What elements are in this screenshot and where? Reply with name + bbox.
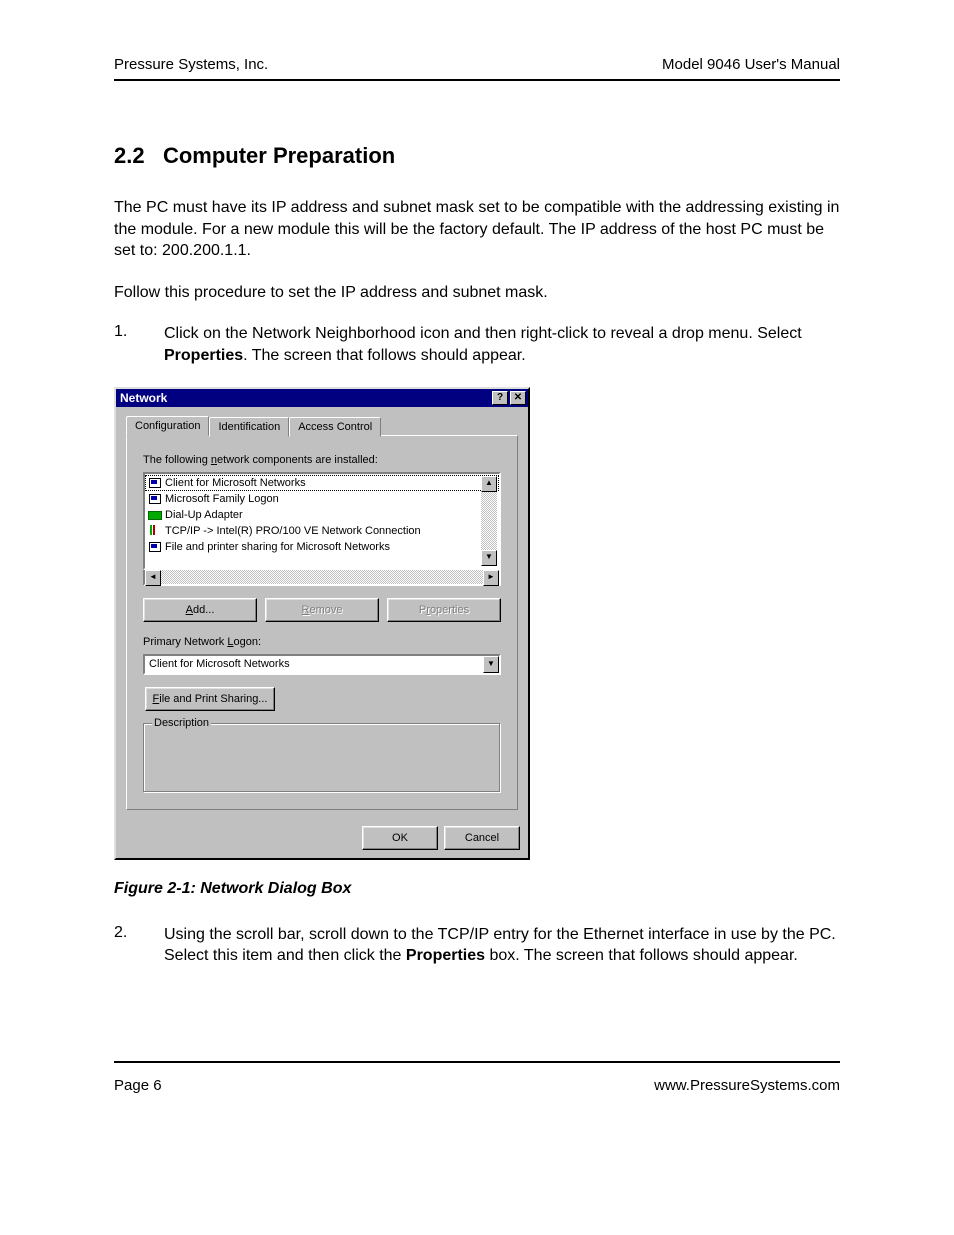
page-footer: Page 6 www.PressureSystems.com (114, 1061, 840, 1094)
list-item[interactable]: Client for Microsoft Networks (145, 475, 499, 491)
scroll-right-button[interactable]: ► (483, 570, 499, 586)
dialog-titlebar[interactable]: Network ? ✕ (116, 389, 528, 407)
tab-configuration[interactable]: Configuration (126, 416, 209, 436)
list-item-label: Microsoft Family Logon (165, 493, 279, 505)
step-body: Click on the Network Neighborhood icon a… (164, 323, 840, 366)
combo-value: Client for Microsoft Networks (145, 658, 483, 670)
scroll-track[interactable] (481, 492, 497, 550)
paragraph-1: The PC must have its IP address and subn… (114, 197, 840, 262)
list-item[interactable]: TCP/IP -> Intel(R) PRO/100 VE Network Co… (145, 523, 499, 539)
list-item-label: Dial-Up Adapter (165, 509, 243, 521)
footer-url: www.PressureSystems.com (654, 1077, 840, 1094)
page-number: Page 6 (114, 1077, 162, 1094)
primary-logon-label: Primary Network Logon: (143, 636, 501, 648)
properties-button[interactable]: Properties (387, 598, 501, 622)
close-button[interactable]: ✕ (510, 391, 526, 405)
step-number: 2. (114, 924, 164, 967)
header-company: Pressure Systems, Inc. (114, 56, 268, 73)
description-groupbox: Description (143, 723, 501, 793)
tab-strip: Configuration Identification Access Cont… (126, 415, 518, 435)
service-icon (147, 540, 163, 554)
dialog-footer: OK Cancel (116, 820, 528, 858)
section-number: 2.2 (114, 143, 145, 168)
adapter-icon (147, 508, 163, 522)
list-item[interactable]: Microsoft Family Logon (145, 491, 499, 507)
remove-button[interactable]: Remove (265, 598, 379, 622)
page-header: Pressure Systems, Inc. Model 9046 User's… (114, 56, 840, 81)
scroll-track[interactable] (161, 570, 483, 584)
section-heading: 2.2 Computer Preparation (114, 143, 840, 169)
list-item[interactable]: File and printer sharing for Microsoft N… (145, 539, 499, 555)
dialog-title: Network (120, 391, 490, 405)
scroll-left-button[interactable]: ◄ (145, 570, 161, 586)
components-listbox-wrap: Client for Microsoft Networks Microsoft … (143, 472, 501, 586)
section-title: Computer Preparation (163, 143, 395, 168)
list-items: Client for Microsoft Networks Microsoft … (145, 474, 499, 556)
list-item[interactable]: Dial-Up Adapter (145, 507, 499, 523)
components-label: The following network components are ins… (143, 454, 501, 466)
description-label: Description (152, 717, 211, 729)
primary-logon-combo[interactable]: Client for Microsoft Networks ▼ (143, 654, 501, 675)
paragraph-2: Follow this procedure to set the IP addr… (114, 282, 840, 304)
scroll-down-button[interactable]: ▼ (481, 550, 497, 566)
tab-access-control[interactable]: Access Control (289, 417, 381, 437)
tab-identification[interactable]: Identification (209, 417, 289, 437)
help-button[interactable]: ? (492, 391, 508, 405)
cancel-button[interactable]: Cancel (444, 826, 520, 850)
component-buttons: Add... Remove Properties (143, 598, 501, 622)
step-number: 1. (114, 323, 164, 366)
ok-button[interactable]: OK (362, 826, 438, 850)
header-manual: Model 9046 User's Manual (662, 56, 840, 73)
client-icon (147, 492, 163, 506)
horizontal-scrollbar[interactable]: ◄ ► (143, 570, 501, 586)
document-page: Pressure Systems, Inc. Model 9046 User's… (0, 0, 954, 1144)
file-print-sharing-button[interactable]: File and Print Sharing... (145, 687, 275, 711)
dialog-body: Configuration Identification Access Cont… (116, 407, 528, 820)
vertical-scrollbar[interactable]: ▲ ▼ (481, 476, 497, 566)
step-2: 2. Using the scroll bar, scroll down to … (114, 924, 840, 967)
figure-caption: Figure 2-1: Network Dialog Box (114, 880, 840, 898)
step-1: 1. Click on the Network Neighborhood ico… (114, 323, 840, 366)
step-body: Using the scroll bar, scroll down to the… (164, 924, 840, 967)
list-item-label: TCP/IP -> Intel(R) PRO/100 VE Network Co… (165, 525, 421, 537)
list-item-label: File and printer sharing for Microsoft N… (165, 541, 390, 553)
components-listbox[interactable]: Client for Microsoft Networks Microsoft … (143, 472, 501, 570)
client-icon (147, 476, 163, 490)
network-dialog: Network ? ✕ Configuration Identification… (114, 387, 530, 860)
list-item-label: Client for Microsoft Networks (165, 477, 306, 489)
chevron-down-icon[interactable]: ▼ (483, 656, 499, 673)
protocol-icon (147, 524, 163, 538)
scroll-up-button[interactable]: ▲ (481, 476, 497, 492)
tab-panel-configuration: The following network components are ins… (126, 435, 518, 810)
add-button[interactable]: Add... (143, 598, 257, 622)
